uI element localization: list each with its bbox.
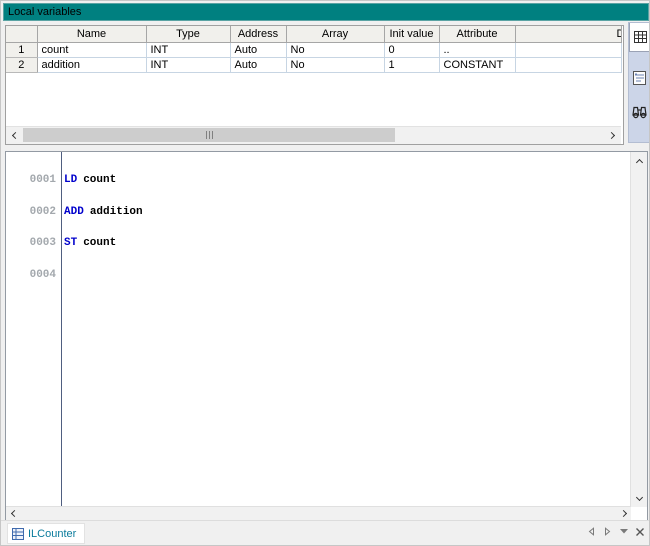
cell-address[interactable]: Auto	[230, 43, 286, 58]
scroll-tabs-right-button[interactable]	[602, 525, 613, 538]
editor-scroll-down-button[interactable]	[631, 490, 647, 506]
line-number: 0003	[6, 238, 56, 249]
il-operand: count	[83, 174, 116, 186]
editor-scroll-right-button[interactable]	[617, 507, 631, 519]
chevron-right-icon	[608, 131, 615, 138]
scroll-tabs-left-button[interactable]	[586, 525, 597, 538]
chevron-down-icon	[635, 493, 642, 500]
cell-extra[interactable]	[515, 58, 621, 73]
il-keyword: ST	[64, 237, 77, 249]
chevron-left-icon	[12, 131, 19, 138]
line-number: 0002	[6, 207, 56, 218]
col-header-name[interactable]: Name	[37, 26, 146, 43]
report-view-button[interactable]	[630, 67, 649, 89]
cell-init-value[interactable]: 1	[384, 58, 439, 73]
cell-init-value[interactable]: 0	[384, 43, 439, 58]
col-header-rownum[interactable]	[6, 26, 37, 43]
grid-icon	[634, 31, 647, 43]
cell-extra[interactable]	[515, 43, 621, 58]
tab-label: ILCounter	[28, 528, 76, 540]
col-header-address[interactable]: Address	[230, 26, 286, 43]
line-number: 0004	[6, 270, 56, 281]
editor-scroll-left-button[interactable]	[6, 507, 20, 519]
editor-hscrollbar[interactable]	[6, 506, 631, 520]
row-number-cell[interactable]: 1	[6, 43, 37, 58]
code-line[interactable]: 0001 LD count	[6, 175, 630, 186]
document-icon	[632, 70, 647, 86]
cell-attribute[interactable]: CONSTANT	[439, 58, 515, 73]
scroll-grip-icon	[209, 131, 210, 139]
col-header-type[interactable]: Type	[146, 26, 230, 43]
row-number-cell[interactable]: 2	[6, 58, 37, 73]
grid-view-button[interactable]	[629, 23, 650, 52]
tab-list-dropdown-button[interactable]	[618, 525, 629, 538]
il-program-icon	[12, 528, 24, 540]
line-number: 0001	[6, 175, 56, 186]
local-variables-titlebar[interactable]: Local variables	[3, 3, 649, 21]
cell-type[interactable]: INT	[146, 58, 230, 73]
binoculars-icon	[631, 106, 648, 119]
variables-table: Name Type Address Array Init value Attri…	[6, 26, 622, 73]
col-header-overflow[interactable]: D	[515, 26, 621, 43]
table-scroll-left-button[interactable]	[6, 127, 23, 143]
triangle-down-icon	[620, 529, 628, 534]
il-keyword: ADD	[64, 206, 84, 218]
variable-row: 1 count INT Auto No 0 ..	[6, 43, 621, 58]
table-hscrollbar[interactable]	[6, 126, 621, 144]
triangle-left-icon	[588, 527, 595, 536]
close-icon	[635, 527, 645, 537]
triangle-right-icon	[604, 527, 611, 536]
col-header-overflow-text: D	[617, 28, 621, 40]
local-variables-panel: Name Type Address Array Init value Attri…	[5, 25, 624, 145]
code-line[interactable]: 0004	[6, 270, 630, 281]
variable-row: 2 addition INT Auto No 1 CONSTANT	[6, 58, 621, 73]
table-header-row: Name Type Address Array Init value Attri…	[6, 26, 621, 43]
cell-address[interactable]: Auto	[230, 58, 286, 73]
cell-attribute[interactable]: ..	[439, 43, 515, 58]
find-button[interactable]	[630, 100, 649, 124]
chevron-left-icon	[10, 509, 17, 516]
ide-window: Local variables Name Type Address Array …	[0, 0, 650, 546]
code-area[interactable]: 0001LDcount 0002ADDaddition 0003STcount …	[6, 154, 630, 301]
table-hscroll-thumb[interactable]	[23, 128, 395, 142]
il-operand: count	[83, 237, 116, 249]
tab-ilcounter[interactable]: ILCounter	[7, 523, 85, 544]
col-header-attribute[interactable]: Attribute	[439, 26, 515, 43]
cell-array[interactable]: No	[286, 58, 384, 73]
table-scroll-right-button[interactable]	[604, 127, 621, 143]
cell-name[interactable]: addition	[37, 58, 146, 73]
code-line[interactable]: 0002 ADD addition	[6, 207, 630, 218]
code-line[interactable]: 0003 ST count	[6, 238, 630, 249]
chevron-up-icon	[635, 158, 642, 165]
chevron-right-icon	[619, 509, 626, 516]
col-header-init-value[interactable]: Init value	[384, 26, 439, 43]
tab-nav-controls	[586, 525, 645, 538]
editor-vscrollbar[interactable]	[630, 152, 647, 507]
il-operand: addition	[90, 206, 143, 218]
col-header-array[interactable]: Array	[286, 26, 384, 43]
editor-scroll-up-button[interactable]	[631, 153, 647, 169]
il-keyword: LD	[64, 174, 77, 186]
editor-tab-bar: ILCounter	[1, 520, 649, 545]
close-tab-button[interactable]	[634, 525, 645, 538]
il-code-editor[interactable]: 0001LDcount 0002ADDaddition 0003STcount …	[5, 151, 648, 521]
side-toolbar	[628, 22, 650, 143]
cell-type[interactable]: INT	[146, 43, 230, 58]
cell-array[interactable]: No	[286, 43, 384, 58]
cell-name[interactable]: count	[37, 43, 146, 58]
